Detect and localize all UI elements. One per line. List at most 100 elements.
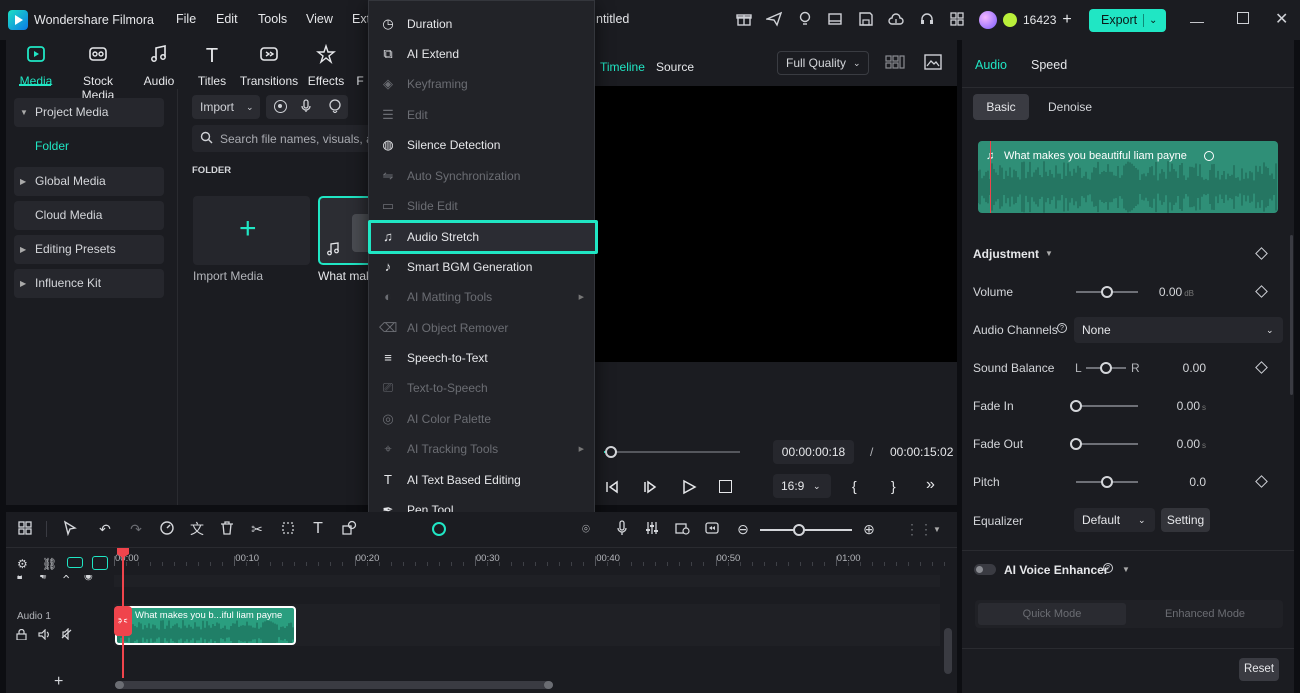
timeline-vertical-scrollbar[interactable]: [944, 628, 952, 674]
speaker-icon[interactable]: [38, 628, 51, 643]
timeline-horizontal-scrollbar[interactable]: [115, 681, 553, 689]
tab-stock-media[interactable]: Stock Media: [67, 44, 129, 102]
equalizer-select[interactable]: Default ⌄: [1074, 508, 1155, 532]
menu-item-text-to-speech[interactable]: ⎚ Text-to-Speech: [369, 374, 594, 403]
import-dropdown[interactable]: Import ⌄: [192, 95, 260, 119]
sidebar-item-global-media[interactable]: ▶ Global Media: [14, 167, 164, 196]
microphone-icon[interactable]: [613, 520, 631, 538]
render-icon[interactable]: [703, 520, 721, 538]
import-media-tile[interactable]: +: [193, 196, 310, 265]
sidebar-item-folder[interactable]: Folder: [14, 132, 164, 161]
zoom-slider[interactable]: [760, 524, 852, 536]
subtab-basic[interactable]: Basic: [973, 94, 1029, 120]
cloud-upload-icon[interactable]: [887, 11, 905, 29]
help-icon[interactable]: ?: [1057, 323, 1067, 333]
tab-filters[interactable]: F: [352, 44, 368, 88]
tab-transitions[interactable]: Transitions: [239, 44, 299, 88]
zoom-in-icon[interactable]: ⊕: [860, 520, 878, 538]
pitch-value[interactable]: 0.0: [1146, 475, 1206, 489]
apps-grid-icon[interactable]: [948, 11, 966, 29]
search-input[interactable]: Search file names, visuals, and: [220, 132, 368, 146]
unlink-icon[interactable]: ⛓: [42, 557, 57, 571]
caret-down-icon[interactable]: ▼: [1122, 565, 1130, 574]
layout-grid-icon[interactable]: [16, 520, 34, 538]
playback-scrubber[interactable]: [604, 446, 740, 458]
playhead[interactable]: [117, 548, 129, 678]
sidebar-item-cloud-media[interactable]: Cloud Media: [14, 201, 164, 230]
subtab-denoise[interactable]: Denoise: [1048, 100, 1092, 114]
menu-item-smart-bgm-generation[interactable]: ♪ Smart BGM Generation: [369, 252, 594, 281]
lock-icon[interactable]: [16, 628, 27, 643]
menu-file[interactable]: File: [176, 12, 196, 26]
redo-icon[interactable]: ↷: [127, 520, 145, 538]
menu-edit[interactable]: Edit: [216, 12, 238, 26]
audio-clip[interactable]: What makes you b...iful liam payne: [115, 606, 296, 645]
menu-item-edit[interactable]: ☰ Edit: [369, 100, 594, 129]
close-icon[interactable]: ✕: [1275, 9, 1288, 29]
select-tool-icon[interactable]: [61, 520, 79, 538]
caret-down-icon[interactable]: ▼: [933, 525, 941, 534]
export-button[interactable]: Export ⌄: [1089, 9, 1166, 32]
sidebar-item-project-media[interactable]: ▼ Project Media: [14, 98, 164, 127]
volume-slider[interactable]: [1076, 286, 1138, 298]
tab-source[interactable]: Source: [656, 60, 694, 74]
avatar[interactable]: [979, 11, 997, 29]
tab-audio-properties[interactable]: Audio: [975, 58, 1007, 72]
settings-gear-icon[interactable]: ⚙: [17, 557, 28, 571]
media-clip-tile[interactable]: [318, 196, 370, 265]
more-controls-icon[interactable]: »: [926, 476, 935, 494]
prev-frame-icon[interactable]: [604, 479, 620, 498]
chevron-down-icon[interactable]: ⌄: [1149, 9, 1157, 32]
record-icon[interactable]: [274, 100, 287, 113]
track-layout-icon[interactable]: ⋮⋮: [905, 520, 933, 538]
marker-icon[interactable]: ⌾: [582, 521, 590, 537]
grid-view-icon[interactable]: [885, 55, 905, 72]
menu-item-duration[interactable]: ◷ Duration: [369, 9, 594, 38]
aspect-ratio-select[interactable]: 16:9 ⌄: [773, 474, 831, 498]
delete-icon[interactable]: [218, 520, 236, 538]
quality-select[interactable]: Full Quality ⌄: [777, 51, 869, 75]
mute-track-icon[interactable]: [60, 627, 73, 643]
menu-item-auto-synchronization[interactable]: ⇋ Auto Synchronization: [369, 161, 594, 190]
tab-speed[interactable]: Speed: [1031, 58, 1067, 72]
sound-balance-value[interactable]: 0.00: [1146, 361, 1206, 375]
eye-icon[interactable]: ◉: [84, 575, 93, 582]
ai-translate-icon[interactable]: 文: [188, 520, 206, 538]
sound-balance-slider[interactable]: [1086, 362, 1126, 374]
next-frame-icon[interactable]: [642, 479, 658, 498]
speed-ramp-icon[interactable]: [158, 520, 176, 538]
properties-scrollbar[interactable]: [1290, 235, 1293, 395]
audio-mixer-icon[interactable]: [643, 520, 661, 538]
help-icon[interactable]: ?: [1103, 563, 1113, 573]
replace-icon[interactable]: [673, 520, 691, 538]
tab-audio[interactable]: Audio: [129, 44, 189, 88]
caret-down-icon[interactable]: ▼: [1045, 249, 1053, 258]
mark-in-icon[interactable]: {: [852, 478, 857, 494]
menu-item-ai-text-based-editing[interactable]: T AI Text Based Editing: [369, 465, 594, 494]
equalizer-setting-button[interactable]: Setting: [1161, 508, 1210, 532]
menu-tools[interactable]: Tools: [258, 12, 287, 26]
menu-item-ai-object-remover[interactable]: ⌫ AI Object Remover: [369, 313, 594, 342]
magnetic-snap-icon[interactable]: [67, 557, 83, 568]
add-credits-icon[interactable]: +: [1062, 11, 1071, 29]
headset-icon[interactable]: [918, 11, 936, 29]
menu-item-ai-tracking-tools[interactable]: ⌖ AI Tracking Tools ▶: [369, 435, 594, 464]
undo-icon[interactable]: ↶: [96, 520, 114, 538]
gift-icon[interactable]: [735, 11, 753, 29]
volume-value[interactable]: 0.00 dB: [1134, 285, 1194, 299]
add-track-icon[interactable]: +: [54, 673, 63, 691]
menu-item-keyframing[interactable]: ◈ Keyframing: [369, 70, 594, 99]
menu-item-silence-detection[interactable]: ◍ Silence Detection: [369, 131, 594, 160]
search-box[interactable]: Search file names, visuals, and: [192, 125, 368, 152]
microphone-icon[interactable]: [300, 99, 312, 116]
menu-item-slide-edit[interactable]: ▭ Slide Edit: [369, 191, 594, 220]
fade-in-value[interactable]: 0.00 s: [1146, 399, 1206, 413]
play-icon[interactable]: [681, 479, 697, 498]
zoom-out-icon[interactable]: ⊖: [734, 520, 752, 538]
auto-ripple-icon[interactable]: [92, 556, 108, 570]
shape-icon[interactable]: [340, 520, 358, 538]
menu-item-speech-to-text[interactable]: ≡ Speech-to-Text: [369, 343, 594, 372]
ai-voice-icon[interactable]: [328, 99, 342, 116]
preview-canvas[interactable]: [595, 86, 957, 362]
tab-titles[interactable]: T Titles: [182, 44, 242, 88]
